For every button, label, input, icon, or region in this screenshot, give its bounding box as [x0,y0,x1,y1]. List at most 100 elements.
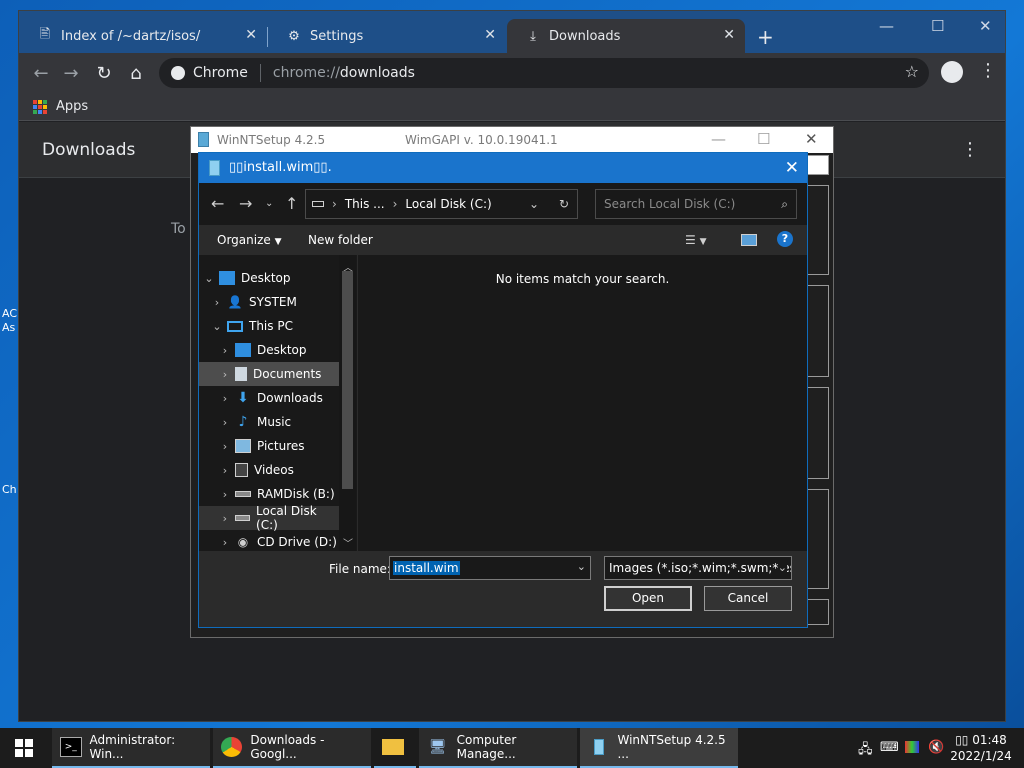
nav-item-pictures[interactable]: › Pictures [199,434,339,458]
address-breadcrumb[interactable]: › This ... › Local Disk (C:) ⌄ ↻ [305,189,578,219]
chevron-right-icon[interactable]: › [219,488,231,501]
back-arrow-icon[interactable]: ← [211,194,224,213]
address-bar[interactable]: Chrome chrome://downloads ☆ [159,58,929,88]
nav-item-desktop-folder[interactable]: › Desktop [199,338,339,362]
chevron-right-icon[interactable]: › [211,296,223,309]
chevron-right-icon[interactable]: › [219,464,231,477]
chevron-right-icon[interactable]: › [219,368,231,381]
open-button[interactable]: Open [604,586,692,611]
refresh-icon[interactable]: ↻ [559,197,569,211]
desktop-icon-label[interactable]: As [2,321,18,335]
chevron-down-icon[interactable]: ⌄ [203,272,215,285]
nav-item-desktop[interactable]: ⌄ Desktop [199,266,339,290]
tab-isos-index[interactable]: 🖹 Index of /~dartz/isos/ ✕ [19,19,267,53]
chevron-right-icon[interactable]: › [219,440,231,453]
nav-item-label: Videos [254,463,294,477]
nav-item-system[interactable]: › 👤 SYSTEM [199,290,339,314]
close-window-icon[interactable]: ✕ [979,17,992,35]
file-list-pane[interactable]: No items match your search. [357,255,807,551]
chevron-right-icon[interactable]: › [219,536,231,549]
close-icon[interactable]: ✕ [805,130,818,148]
file-name-input[interactable]: install.wim ⌄ [389,556,591,580]
breadcrumb-separator: › [392,197,398,211]
page-icon: 🖹 [39,27,51,42]
taskbar: >_ Administrator: Win... Downloads - Goo… [0,728,1024,768]
chevron-right-icon[interactable]: › [219,392,231,405]
keyboard-icon[interactable]: ⌨ [880,740,899,755]
nav-item-downloads[interactable]: › ⬇ Downloads [199,386,339,410]
reload-icon[interactable]: ↻ [92,61,116,85]
bookmarks-bar: Apps [19,93,1005,121]
file-type-select[interactable]: Images (*.iso;*.wim;*.swm;*.esd) ⌄ [604,556,792,580]
nav-item-music[interactable]: › ♪ Music [199,410,339,434]
taskbar-item-computer-management[interactable]: 🖥 Computer Manage... [419,728,577,768]
taskbar-item-winntsetup[interactable]: WinNTSetup 4.2.5 ... [580,728,738,768]
scroll-down-icon[interactable]: ﹀ [343,535,353,550]
new-tab-button[interactable]: + [757,25,774,49]
drive-icon [312,201,324,207]
maximize-icon[interactable]: ☐ [757,130,770,148]
downloads-menu-icon[interactable]: ⋮ [961,139,979,160]
preview-pane-icon[interactable] [741,234,757,246]
close-icon[interactable]: ✕ [484,27,496,43]
up-arrow-icon[interactable]: ↑ [285,194,298,213]
taskbar-item-chrome[interactable]: Downloads - Googl... [213,728,371,768]
home-icon[interactable]: ⌂ [124,61,148,85]
close-icon[interactable]: ✕ [785,158,799,178]
volume-muted-icon[interactable]: 🔇 [928,740,944,755]
breadcrumb-this-pc[interactable]: This ... [345,197,385,211]
forward-arrow-icon[interactable]: → [59,61,83,85]
chevron-right-icon[interactable]: › [219,416,231,429]
videos-icon [235,463,248,477]
chevron-down-icon[interactable]: ⌄ [211,320,223,333]
minimize-icon[interactable]: — [879,17,894,35]
new-folder-button[interactable]: New folder [308,233,373,247]
cancel-button[interactable]: Cancel [704,586,792,611]
nav-item-videos[interactable]: › Videos [199,458,339,482]
desktop-icon-label[interactable]: Ch [2,483,18,497]
close-icon[interactable]: ✕ [245,27,257,43]
profile-avatar-icon[interactable] [941,61,963,83]
network-icon[interactable]: 🖧 [858,740,873,762]
breadcrumb-local-disk[interactable]: Local Disk (C:) [405,197,491,211]
minimize-icon[interactable]: — [711,130,726,148]
organize-button[interactable]: Organize ▼ [217,233,282,247]
back-arrow-icon[interactable]: ← [29,61,53,85]
taskbar-item-cmd[interactable]: >_ Administrator: Win... [52,728,210,768]
chevron-right-icon[interactable]: › [219,512,231,525]
chrome-menu-icon[interactable]: ⋮ [979,60,997,81]
apps-shortcut[interactable]: Apps [56,99,88,114]
scrollbar-thumb[interactable] [342,271,353,489]
close-icon[interactable]: ✕ [723,27,735,43]
nav-item-cd-drive[interactable]: › ◉ CD Drive (D:) [199,530,339,551]
recent-locations-chevron-icon[interactable]: ⌄ [265,198,273,209]
view-options-icon[interactable]: ☰ ▼ [685,233,707,247]
taskbar-item-label: WinNTSetup 4.2.5 ... [617,733,726,761]
chevron-right-icon[interactable]: › [219,344,231,357]
cmd-icon: >_ [60,737,82,757]
maximize-icon[interactable]: ☐ [931,17,944,35]
tab-downloads[interactable]: ⤓ Downloads ✕ [507,19,745,53]
nav-scrollbar[interactable]: ︿ ﹀ [339,255,356,551]
nav-item-documents[interactable]: › Documents [199,362,339,386]
forward-arrow-icon[interactable]: → [239,194,252,213]
address-dropdown-icon[interactable]: ⌄ [529,197,539,211]
search-input[interactable]: Search Local Disk (C:) ⌕ [595,189,797,219]
nav-item-local-disk[interactable]: › Local Disk (C:) [199,504,339,532]
bookmark-star-icon[interactable]: ☆ [905,62,919,81]
nav-item-ramdisk[interactable]: › RAMDisk (B:) [199,482,339,506]
nav-item-this-pc[interactable]: ⌄ This PC [199,314,339,338]
apps-grid-icon[interactable] [33,100,47,114]
tab-settings[interactable]: ⚙ Settings ✕ [268,19,506,53]
start-button[interactable] [0,728,48,768]
display-icon[interactable] [905,741,919,753]
navigation-pane: ⌄ Desktop › 👤 SYSTEM ⌄ This PC › Desktop… [199,255,357,551]
taskbar-item-explorer[interactable] [374,728,416,768]
help-icon[interactable]: ? [777,231,793,247]
documents-icon [235,367,247,381]
chevron-down-icon[interactable]: ⌄ [577,560,586,573]
music-icon: ♪ [238,414,248,430]
chevron-down-icon[interactable]: ⌄ [777,557,787,579]
desktop-icon-label[interactable]: AC [2,307,18,321]
system-clock[interactable]: ▯▯ 01:48 2022/1/24 [946,732,1016,764]
